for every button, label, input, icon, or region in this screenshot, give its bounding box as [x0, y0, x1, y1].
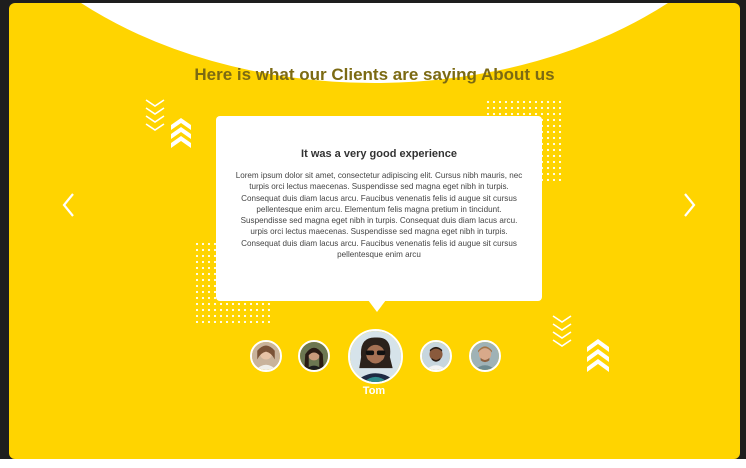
chevron-right-icon: [684, 193, 696, 217]
section-heading: Here is what our Clients are saying Abou…: [194, 65, 555, 84]
chevron-left-icon: [62, 193, 74, 217]
client-avatar[interactable]: [469, 340, 501, 372]
carousel-prev-button[interactable]: [58, 191, 80, 219]
client-avatar[interactable]: [298, 340, 330, 372]
speech-bubble-tail: [368, 300, 386, 312]
testimonial-title: It was a very good experience: [301, 148, 457, 160]
testimonial-text: Lorem ipsum dolor sit amet, consectetur …: [235, 171, 523, 260]
chevrons-down-outline-icon: [145, 99, 165, 131]
carousel-next-button[interactable]: [678, 191, 700, 219]
chevrons-up-solid-icon: [587, 339, 609, 372]
client-avatar[interactable]: [250, 340, 282, 372]
testimonial-card: It was a very good experience Lorem ipsu…: [216, 116, 542, 301]
testimonials-section: Here is what our Clients are saying Abou…: [9, 3, 740, 459]
client-avatar-active[interactable]: [348, 329, 403, 384]
active-client-name: Tom: [362, 385, 386, 397]
page-bottom-strip: [0, 459, 746, 468]
chevrons-down-outline-icon: [552, 315, 572, 347]
chevrons-up-solid-icon: [171, 118, 191, 148]
client-avatar[interactable]: [420, 340, 452, 372]
